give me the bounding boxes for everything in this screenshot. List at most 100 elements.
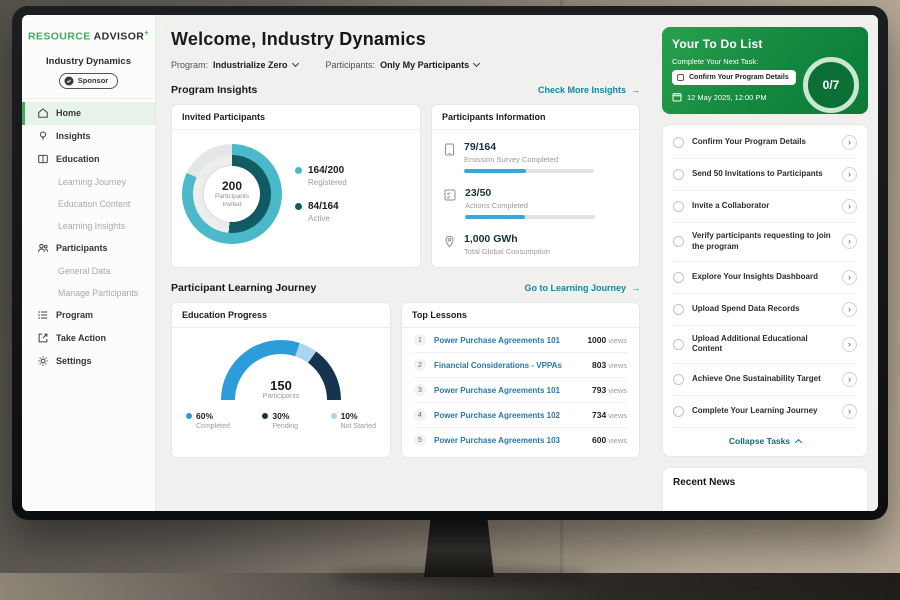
task-checkbox[interactable] (673, 374, 684, 385)
gauge-center-label: Participants (221, 393, 341, 400)
task-row[interactable]: Explore Your Insights Dashboard › (673, 262, 857, 294)
sidebar-item-label: Learning Journey (58, 177, 126, 187)
task-row[interactable]: Send 50 Invitations to Participants › (673, 159, 857, 191)
sidebar-item-label: Home (56, 108, 81, 118)
task-row[interactable]: Invite a Collaborator › (673, 191, 857, 223)
progress-bar (465, 215, 595, 219)
card-title: Top Lessons (402, 303, 639, 328)
sidebar-item-participants[interactable]: Participants (22, 237, 155, 260)
info-value: 79/164 (464, 141, 594, 153)
education-progress-card: Education Progress 150 Participants (171, 302, 391, 458)
sidebar-item-label: Insights (56, 131, 91, 141)
lesson-link[interactable]: Power Purchase Agreements 102 (434, 411, 584, 420)
collapse-tasks-link[interactable]: Collapse Tasks (673, 428, 857, 452)
chevron-up-icon (795, 439, 802, 446)
legend-item-completed: 60% Completed (186, 411, 230, 430)
legend-dot (186, 413, 192, 419)
go-to-learning-journey-link[interactable]: Go to Learning Journey → (524, 283, 640, 293)
info-label: Total Global Consumption (464, 247, 550, 256)
task-chevron-button[interactable]: › (842, 404, 857, 419)
views-value: 793 (592, 385, 606, 395)
views-value: 803 (592, 360, 606, 370)
sidebar-item-home[interactable]: Home (22, 102, 155, 125)
action-arrow-icon (37, 332, 49, 344)
task-row[interactable]: Confirm Your Program Details › (673, 127, 857, 159)
task-chevron-button[interactable]: › (842, 302, 857, 317)
legend-value: 30% (272, 411, 289, 421)
check-more-insights-link[interactable]: Check More Insights → (538, 85, 640, 95)
task-label: Upload Additional Educational Content (692, 334, 834, 356)
invited-donut-chart: 200 Participants Invited (182, 144, 282, 244)
task-chevron-button[interactable]: › (842, 234, 857, 249)
lesson-link[interactable]: Power Purchase Agreements 101 (434, 336, 579, 345)
sidebar-item-program[interactable]: Program (22, 304, 155, 327)
book-icon (37, 153, 49, 165)
lesson-link[interactable]: Power Purchase Agreements 103 (434, 436, 584, 445)
task-checkbox[interactable] (673, 339, 684, 350)
task-row[interactable]: Upload Spend Data Records › (673, 294, 857, 326)
task-checkbox[interactable] (673, 201, 684, 212)
sidebar-item-take-action[interactable]: Take Action (22, 327, 155, 350)
task-checkbox[interactable] (673, 304, 684, 315)
calendar-icon (672, 92, 682, 102)
donut-center-label-2: Invited (215, 201, 249, 209)
sidebar-item-label: Program (56, 310, 93, 320)
task-row[interactable]: Complete Your Learning Journey › (673, 396, 857, 428)
program-filter: Program: Industrialize Zero (171, 60, 298, 70)
legend-item-registered: 164/200 Registered (295, 165, 347, 187)
gauge-center-value: 150 (221, 378, 341, 393)
task-checkbox[interactable] (673, 169, 684, 180)
chevron-right-icon: › (848, 374, 851, 384)
lesson-link[interactable]: Financial Considerations - VPPAs (434, 361, 584, 370)
legend-value: 10% (341, 411, 358, 421)
task-checkbox[interactable] (673, 406, 684, 417)
task-checkbox[interactable] (673, 236, 684, 247)
sponsor-badge[interactable]: Sponsor (59, 73, 118, 89)
recent-news-card: Recent News (662, 467, 868, 511)
task-chevron-button[interactable]: › (842, 270, 857, 285)
views-unit: views (608, 411, 627, 420)
lesson-link[interactable]: Power Purchase Agreements 101 (434, 386, 584, 395)
sidebar-item-settings[interactable]: Settings (22, 350, 155, 373)
chevron-right-icon: › (848, 201, 851, 211)
task-chevron-button[interactable]: › (842, 135, 857, 150)
task-chevron-button[interactable]: › (842, 199, 857, 214)
sidebar-item-education[interactable]: Education (22, 148, 155, 171)
sidebar-item-learning-journey[interactable]: Learning Journey (22, 171, 155, 193)
lesson-rank: 4 (414, 409, 426, 421)
sidebar-item-manage-participants[interactable]: Manage Participants (22, 282, 155, 304)
participants-select[interactable]: Only My Participants (380, 60, 479, 70)
checkbox-icon[interactable] (677, 74, 684, 81)
task-row[interactable]: Upload Additional Educational Content › (673, 326, 857, 365)
sidebar-item-insights[interactable]: Insights (22, 125, 155, 148)
progress-bar-fill (465, 215, 525, 219)
lesson-row: 1 Power Purchase Agreements 101 1000view… (414, 328, 627, 353)
task-checkbox[interactable] (673, 137, 684, 148)
lesson-rank: 5 (414, 434, 426, 446)
dashboard-screen: RESOURCE ADVISOR+ Industry Dynamics Spon… (22, 15, 878, 511)
gauge-center: 150 Participants (221, 378, 341, 400)
sidebar-item-general-data[interactable]: General Data (22, 260, 155, 282)
sidebar-item-education-content[interactable]: Education Content (22, 193, 155, 215)
lesson-row: 5 Power Purchase Agreements 103 600views (414, 428, 627, 452)
sidebar-item-label: Learning Insights (58, 221, 125, 231)
section-title: Participant Learning Journey (171, 282, 316, 294)
task-row[interactable]: Achieve One Sustainability Target › (673, 364, 857, 396)
next-task-pill[interactable]: Confirm Your Program Details (672, 70, 796, 85)
views-unit: views (608, 336, 627, 345)
info-value: 23/50 (465, 187, 595, 199)
sidebar-item-label: Participants (56, 243, 108, 253)
task-checkbox[interactable] (673, 272, 684, 283)
task-label: Complete Your Learning Journey (692, 406, 834, 417)
task-chevron-button[interactable]: › (842, 372, 857, 387)
task-chevron-button[interactable]: › (842, 337, 857, 352)
sidebar-item-learning-insights[interactable]: Learning Insights (22, 215, 155, 237)
next-task-label: Confirm Your Program Details (689, 74, 789, 81)
task-label: Upload Spend Data Records (692, 304, 834, 315)
lesson-row: 2 Financial Considerations - VPPAs 803vi… (414, 353, 627, 378)
program-filter-label: Program: (171, 60, 208, 70)
task-chevron-button[interactable]: › (842, 167, 857, 182)
sponsor-icon (64, 76, 74, 86)
program-select[interactable]: Industrialize Zero (213, 60, 298, 70)
task-row[interactable]: Verify participants requesting to join t… (673, 223, 857, 262)
